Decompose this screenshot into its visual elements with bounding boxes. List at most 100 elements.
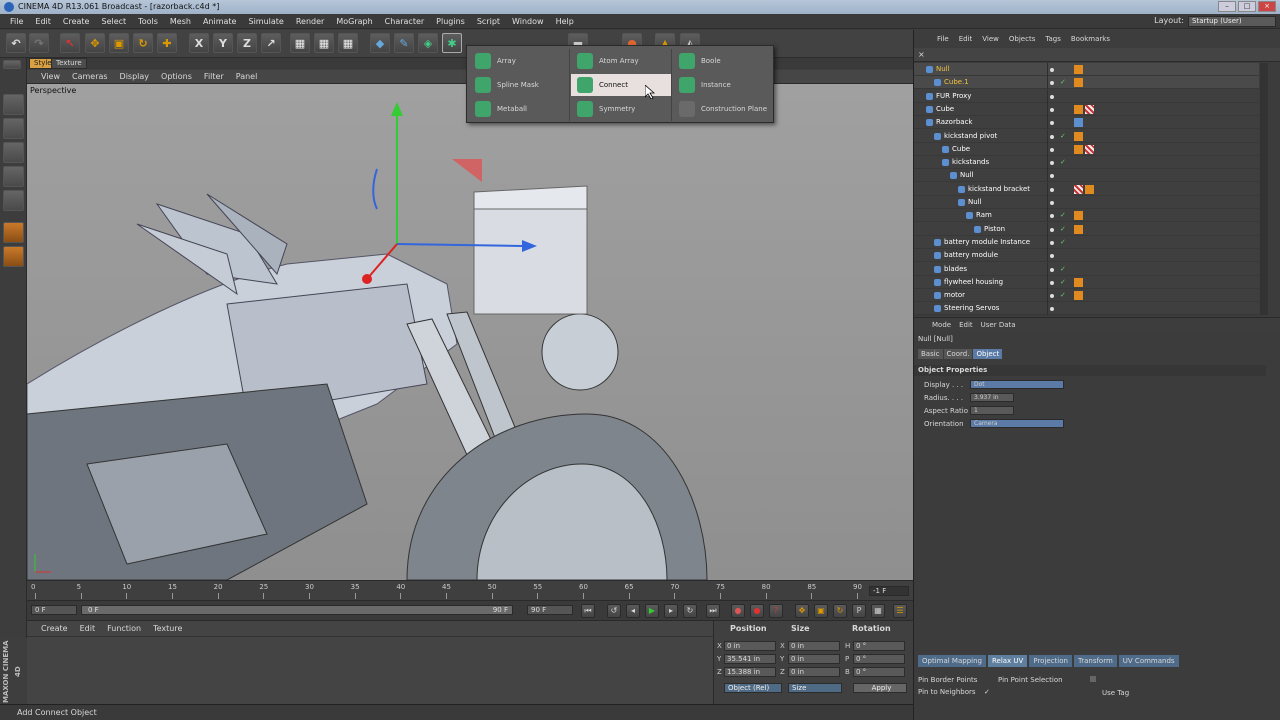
tab-projection[interactable]: Projection <box>1029 655 1072 667</box>
subdivision-surface-icon[interactable]: ◈ <box>418 33 438 53</box>
visibility-dot-icon[interactable] <box>1050 201 1054 205</box>
record-active-objects-icon[interactable]: ● <box>731 604 745 618</box>
current-frame-field[interactable]: -1 F <box>869 586 909 596</box>
tab-coord[interactable]: Coord. <box>943 349 973 359</box>
visibility-dot-icon[interactable] <box>1050 267 1054 272</box>
visibility-dot-icon[interactable] <box>1050 280 1054 285</box>
coordinate-system-icon[interactable]: ↗ <box>261 33 281 53</box>
z-axis-lock-icon[interactable]: Z <box>237 33 257 53</box>
tab-basic[interactable]: Basic <box>918 349 943 359</box>
layout-dropdown[interactable]: Startup (User) <box>1188 16 1276 27</box>
go-to-next-key-icon[interactable]: ↻ <box>683 604 697 618</box>
menu-plugins[interactable]: Plugins <box>430 17 471 26</box>
enable-check-icon[interactable]: ✓ <box>1060 76 1066 89</box>
visibility-dot-icon[interactable] <box>1050 254 1054 259</box>
material-menu-edit[interactable]: Edit <box>74 624 102 633</box>
cube-primitive-icon[interactable]: ◆ <box>370 33 390 53</box>
viewport-menu-options[interactable]: Options <box>155 72 198 81</box>
popup-item-construction-plane[interactable]: Construction Plane <box>673 98 773 120</box>
visibility-dot-icon[interactable] <box>1050 68 1054 72</box>
phong-tag-icon[interactable] <box>1074 131 1083 141</box>
tab-texture[interactable]: Texture <box>51 58 87 69</box>
tab-transform[interactable]: Transform <box>1073 655 1117 667</box>
viewport-menu-view[interactable]: View <box>35 72 66 81</box>
popup-item-spline-mask[interactable]: Spline Mask <box>469 74 569 96</box>
material-menu-function[interactable]: Function <box>101 624 147 633</box>
object-row[interactable]: Ram ✓ <box>914 209 1259 223</box>
visibility-dot-icon[interactable] <box>1050 94 1054 99</box>
popup-item-instance[interactable]: Instance <box>673 74 773 96</box>
menu-file[interactable]: File <box>4 17 29 26</box>
go-to-prev-key-icon[interactable]: ↺ <box>607 604 621 618</box>
object-row[interactable]: Null <box>914 169 1259 183</box>
polygons-mode-icon[interactable] <box>3 190 24 211</box>
move-tool-icon[interactable]: ✥ <box>85 33 105 53</box>
object-row[interactable]: kickstands ✓ <box>914 156 1259 170</box>
enable-check-icon[interactable]: ✓ <box>1060 289 1066 302</box>
render-view-icon[interactable]: ▦ <box>290 33 310 53</box>
popup-item-boole[interactable]: Boole <box>673 50 773 72</box>
spline-pen-icon[interactable]: ✎ <box>394 33 414 53</box>
object-row[interactable]: Cube <box>914 142 1259 156</box>
om-menu-view[interactable]: View <box>977 35 1004 43</box>
coordinate-mode-dropdown[interactable]: Object (Rel) <box>724 683 782 693</box>
object-row[interactable]: kickstand pivot ✓ <box>914 129 1259 143</box>
popup-item-array[interactable]: Array <box>469 50 569 72</box>
position-z-field[interactable]: 15.388 in <box>724 667 776 677</box>
size-y-field[interactable]: 0 in <box>788 654 840 664</box>
texture-mode-icon[interactable] <box>3 118 24 139</box>
texture-tag-icon[interactable] <box>1074 184 1083 194</box>
edges-mode-icon[interactable] <box>3 166 24 187</box>
visibility-dot-icon[interactable] <box>1050 81 1054 86</box>
close-button[interactable]: × <box>1258 1 1276 12</box>
rotation-h-field[interactable]: 0 ° <box>853 641 905 651</box>
menu-simulate[interactable]: Simulate <box>242 17 289 26</box>
phong-tag-icon[interactable] <box>1074 78 1083 88</box>
menu-window[interactable]: Window <box>506 17 550 26</box>
radius-field[interactable]: 3.937 in <box>970 393 1014 402</box>
redo-icon[interactable]: ↷ <box>29 33 49 53</box>
preview-range-slider[interactable]: 0 F 90 F <box>81 605 513 615</box>
object-row[interactable]: flywheel housing ✓ <box>914 275 1259 289</box>
record-rotation-icon[interactable]: ↻ <box>833 604 847 618</box>
ik-tag-icon[interactable] <box>1074 118 1083 128</box>
visibility-dot-icon[interactable] <box>1050 107 1054 112</box>
autokeying-icon[interactable]: ● <box>750 604 764 618</box>
enable-check-icon[interactable]: ✓ <box>1060 276 1066 289</box>
position-x-field[interactable]: 0 in <box>724 641 776 651</box>
visibility-dot-icon[interactable] <box>1050 161 1054 166</box>
phong-tag-icon[interactable] <box>1085 184 1094 194</box>
visibility-dot-icon[interactable] <box>1050 227 1054 232</box>
visibility-dot-icon[interactable] <box>1050 134 1054 139</box>
play-icon[interactable]: ▶ <box>645 604 659 618</box>
aspect-ratio-field[interactable]: 1 <box>970 406 1014 415</box>
texture-tag-icon[interactable] <box>1085 144 1094 154</box>
undo-icon[interactable]: ↶ <box>6 33 26 53</box>
step-forward-icon[interactable]: ▸ <box>664 604 678 618</box>
visibility-dot-icon[interactable] <box>1050 147 1054 152</box>
popup-item-connect[interactable]: Connect <box>571 74 671 96</box>
tab-relax-uv[interactable]: Relax UV <box>987 655 1028 667</box>
object-manager-filter-bar[interactable]: × <box>914 48 1280 62</box>
object-row[interactable]: FUR Proxy <box>914 89 1259 103</box>
phong-tag-icon[interactable] <box>1074 144 1083 154</box>
enable-check-icon[interactable]: ✓ <box>1060 130 1066 143</box>
popup-item-symmetry[interactable]: Symmetry <box>571 98 671 120</box>
visibility-dot-icon[interactable] <box>1050 294 1054 299</box>
record-position-icon[interactable]: ✥ <box>795 604 809 618</box>
pin-point-selection-checkbox[interactable] <box>1090 676 1096 682</box>
phong-tag-icon[interactable] <box>1074 277 1083 287</box>
object-row[interactable]: Steering Servos <box>914 302 1259 315</box>
am-menu-user-data[interactable]: User Data <box>977 321 1020 329</box>
phong-tag-icon[interactable] <box>1074 224 1083 234</box>
menu-help[interactable]: Help <box>550 17 580 26</box>
rotate-tool-icon[interactable]: ↻ <box>133 33 153 53</box>
rotation-p-field[interactable]: 0 ° <box>853 654 905 664</box>
step-back-icon[interactable]: ◂ <box>626 604 640 618</box>
am-menu-mode[interactable]: Mode <box>928 321 955 329</box>
menu-mograph[interactable]: MoGraph <box>330 17 378 26</box>
object-row[interactable]: Cube.1 ✓ <box>914 76 1259 90</box>
om-menu-tags[interactable]: Tags <box>1040 35 1066 43</box>
points-mode-icon[interactable] <box>3 142 24 163</box>
y-axis-lock-icon[interactable]: Y <box>213 33 233 53</box>
